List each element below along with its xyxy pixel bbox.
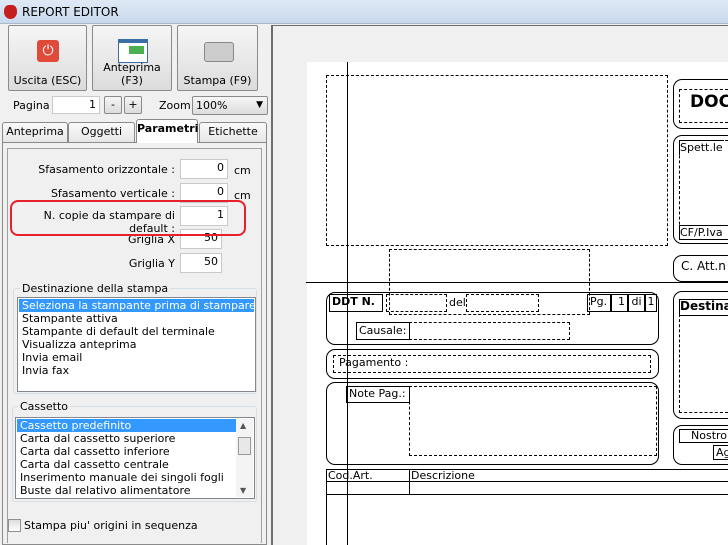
page-label: Pagina [13,99,50,112]
list-item[interactable]: Cassetto predefinito [17,419,236,432]
list-item[interactable]: Invia fax [19,364,254,377]
list-item[interactable]: Stampante attiva [19,312,254,325]
power-icon: ⏻ [37,40,59,62]
window-title: REPORT EDITOR [22,5,119,19]
tray-list[interactable]: Cassetto predefinito Carta dal cassetto … [15,417,255,499]
page-minus-button[interactable]: - [104,96,122,114]
offset-h-input[interactable]: 0 [180,159,228,179]
list-item[interactable]: Seleziona la stampante prima di stampare [19,299,256,312]
list-item[interactable]: Carta dal cassetto superiore [17,432,236,445]
grid-y-label: Griglia Y [128,257,175,270]
highlight-annotation [10,200,246,236]
scroll-down-icon[interactable]: ▼ [240,486,246,495]
offset-h-label: Sfasamento orizzontale : [38,163,175,176]
scroll-up-icon[interactable]: ▲ [240,421,246,430]
list-item[interactable]: Buste dal relativo alimentatore [17,484,236,497]
offset-v-label: Sfasamento verticale : [50,187,175,200]
zoom-value: 100% [196,99,228,112]
scroll-thumb[interactable] [238,437,251,455]
preview-button[interactable]: Anteprima (F3) [92,25,172,91]
list-item[interactable]: Stampante di default del terminale [19,325,254,338]
page-input[interactable]: 1 [52,96,100,114]
print-button[interactable]: Stampa (F9) [177,25,258,91]
tab-parametri[interactable]: Parametri [136,119,198,143]
page-plus-button[interactable]: + [124,96,142,114]
zoom-select[interactable]: 100% ▼ [192,96,268,115]
grid-y-input[interactable]: 50 [180,253,222,273]
printer-icon [204,42,234,62]
tray-label: Cassetto [18,400,71,413]
list-item[interactable]: Inserimento manuale dei singoli fogli [17,471,236,484]
exit-button[interactable]: ⏻ Uscita (ESC) [8,25,87,91]
list-item[interactable]: Invia email [19,351,254,364]
tab-etichette[interactable]: Etichette [199,122,267,142]
tab-oggetti[interactable]: Oggetti [68,122,135,142]
destination-label: Destinazione della stampa [20,282,171,295]
offset-h-unit: cm [234,164,251,177]
zoom-label: Zoom [159,99,191,112]
title-bar: REPORT EDITOR [0,0,728,24]
tray-scrollbar[interactable]: ▲ ▼ [236,419,253,497]
list-item[interactable]: Visualizza anteprima [19,338,254,351]
report-page [307,62,728,545]
sequence-checkbox[interactable] [8,519,21,532]
tab-anteprima[interactable]: Anteprima [2,122,68,142]
report-canvas[interactable] [271,25,728,545]
list-item[interactable]: Carta dal cassetto inferiore [17,445,236,458]
list-item[interactable]: Carta dal cassetto centrale [17,458,236,471]
destination-list[interactable]: Seleziona la stampante prima di stampare… [17,297,256,392]
preview-window-icon [118,39,148,63]
sequence-checkbox-label: Stampa piu' origini in sequenza [24,519,198,532]
chevron-down-icon: ▼ [256,100,263,110]
app-icon [4,5,17,19]
